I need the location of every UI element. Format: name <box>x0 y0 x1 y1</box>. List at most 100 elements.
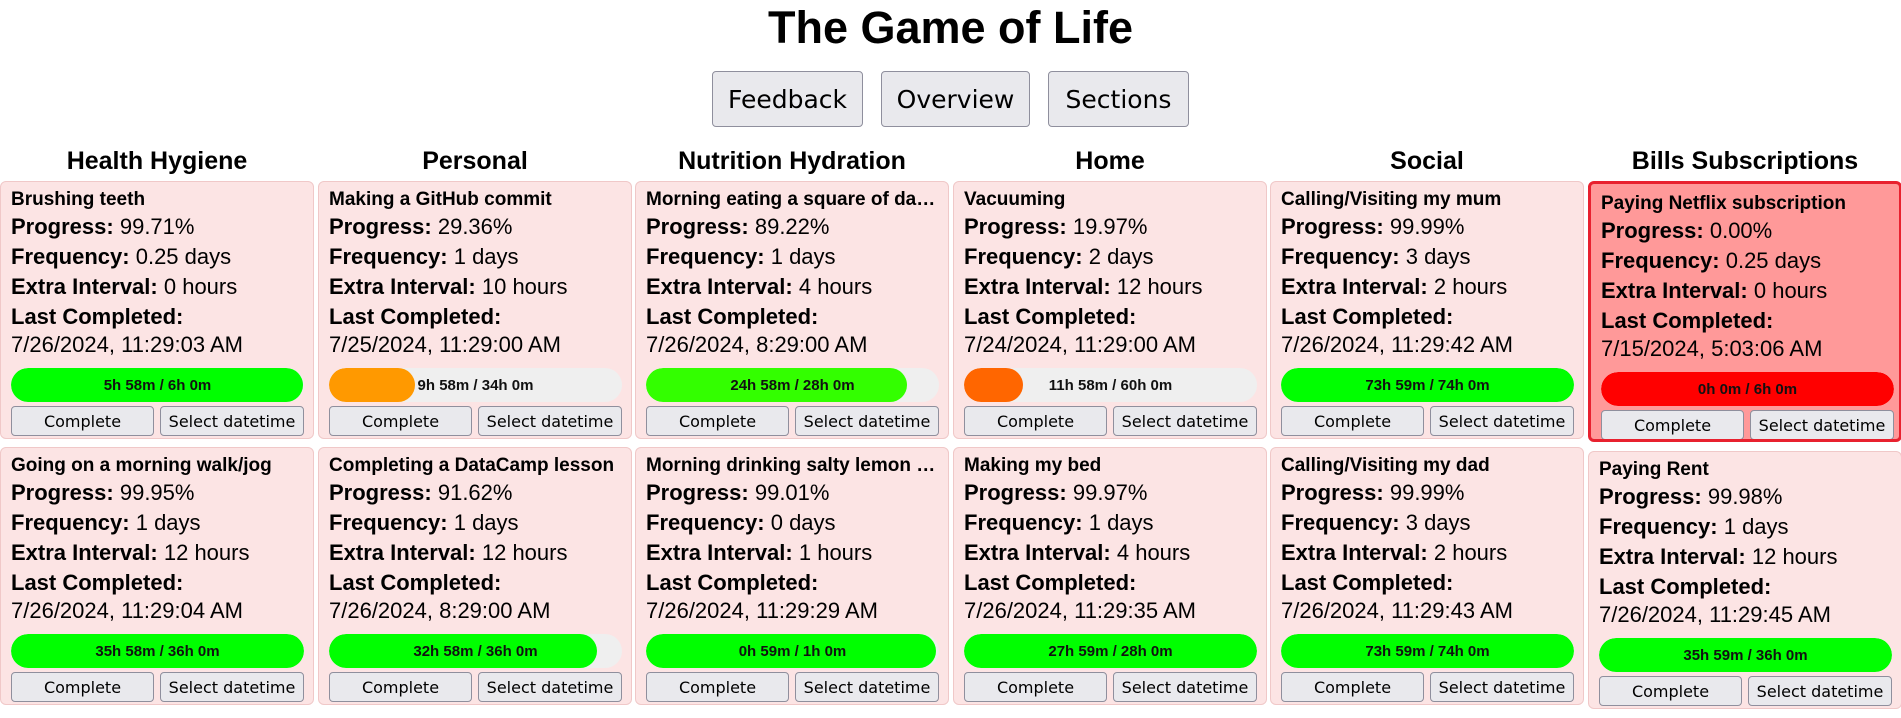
complete-button[interactable]: Complete <box>646 406 789 436</box>
section-column: Bills Subscriptions Paying Netflix subscr… <box>1588 146 1901 709</box>
frequency-row: Frequency: 1 days <box>646 242 948 272</box>
progress-value: 99.99% <box>1389 480 1465 505</box>
frequency-value: 1 days <box>135 510 201 535</box>
card-actions: Complete Select datetime <box>646 672 939 702</box>
select-datetime-button[interactable]: Select datetime <box>160 406 304 436</box>
progress-label: Progress: <box>646 480 749 505</box>
complete-button[interactable]: Complete <box>1281 406 1424 436</box>
frequency-value: 0.25 days <box>1725 248 1822 273</box>
extra-interval-value: 12 hours <box>163 540 250 565</box>
task-name: Morning eating a square of dark chocolat… <box>646 189 936 210</box>
last-completed-value: 7/26/2024, 11:29:42 AM <box>1281 332 1513 357</box>
complete-button[interactable]: Complete <box>329 672 472 702</box>
task-card: Making my bed Progress: 99.97% Frequency: … <box>953 447 1267 705</box>
extra-interval-value: 10 hours <box>481 274 568 299</box>
last-completed-label: Last Completed: <box>646 570 819 595</box>
frequency-row: Frequency: 0 days <box>646 508 948 538</box>
select-datetime-button[interactable]: Select datetime <box>478 406 622 436</box>
progress-row: Progress: 91.62% <box>329 478 631 508</box>
select-datetime-button[interactable]: Select datetime <box>795 406 939 436</box>
complete-button[interactable]: Complete <box>964 672 1107 702</box>
frequency-row: Frequency: 1 days <box>1599 512 1901 542</box>
select-datetime-button[interactable]: Select datetime <box>160 672 304 702</box>
last-completed-label: Last Completed: <box>1601 308 1774 333</box>
progress-value: 19.97% <box>1072 214 1148 239</box>
card-actions: Complete Select datetime <box>11 406 304 436</box>
frequency-label: Frequency: <box>1601 248 1720 273</box>
task-name: Making a GitHub commit <box>329 189 552 210</box>
complete-button[interactable]: Complete <box>11 672 154 702</box>
frequency-row: Frequency: 1 days <box>11 508 313 538</box>
section-column: Nutrition Hydration Morning eating a squa… <box>635 146 949 705</box>
sections-button[interactable]: Sections <box>1048 71 1189 127</box>
task-name: Morning drinking salty lemon water <box>646 455 936 476</box>
complete-button[interactable]: Complete <box>11 406 154 436</box>
extra-interval-label: Extra Interval: <box>1599 544 1746 569</box>
extra-interval-label: Extra Interval: <box>1281 540 1428 565</box>
complete-button[interactable]: Complete <box>1601 410 1744 439</box>
progress-value: 99.71% <box>119 214 195 239</box>
complete-button[interactable]: Complete <box>329 406 472 436</box>
extra-interval-row: Extra Interval: 12 hours <box>329 538 631 568</box>
extra-interval-value: 12 hours <box>1116 274 1203 299</box>
extra-interval-value: 12 hours <box>1751 544 1838 569</box>
task-name: Paying Rent <box>1599 459 1709 480</box>
frequency-row: Frequency: 0.25 days <box>11 242 313 272</box>
frequency-value: 3 days <box>1405 510 1471 535</box>
last-completed-label: Last Completed: <box>646 304 819 329</box>
frequency-label: Frequency: <box>329 244 448 269</box>
progress-row: Progress: 0.00% <box>1601 216 1899 246</box>
select-datetime-button[interactable]: Select datetime <box>1430 406 1574 436</box>
extra-interval-value: 12 hours <box>481 540 568 565</box>
last-completed-label: Last Completed: <box>11 570 184 595</box>
complete-button[interactable]: Complete <box>646 672 789 702</box>
frequency-row: Frequency: 1 days <box>964 508 1266 538</box>
progress-label: Progress: <box>1281 480 1384 505</box>
progress-value: 99.97% <box>1072 480 1148 505</box>
overview-button[interactable]: Overview <box>881 71 1030 127</box>
frequency-value: 1 days <box>770 244 836 269</box>
select-datetime-button[interactable]: Select datetime <box>1113 406 1257 436</box>
complete-button[interactable]: Complete <box>964 406 1107 436</box>
last-completed-label: Last Completed: <box>329 304 502 329</box>
select-datetime-button[interactable]: Select datetime <box>478 672 622 702</box>
frequency-label: Frequency: <box>1281 244 1400 269</box>
frequency-value: 2 days <box>1088 244 1154 269</box>
progress-label: Progress: <box>1599 484 1702 509</box>
frequency-label: Frequency: <box>964 244 1083 269</box>
extra-interval-value: 2 hours <box>1433 274 1508 299</box>
extra-interval-value: 4 hours <box>1116 540 1191 565</box>
extra-interval-row: Extra Interval: 4 hours <box>964 538 1266 568</box>
last-completed-value: 7/26/2024, 11:29:29 AM <box>646 598 878 623</box>
task-name: Calling/Visiting my dad <box>1281 455 1490 476</box>
select-datetime-button[interactable]: Select datetime <box>1430 672 1574 702</box>
last-completed-label: Last Completed: <box>1281 304 1454 329</box>
progress-bar: 24h 58m / 28h 0m <box>646 368 939 402</box>
frequency-label: Frequency: <box>1281 510 1400 535</box>
extra-interval-label: Extra Interval: <box>11 540 158 565</box>
select-datetime-button[interactable]: Select datetime <box>1748 676 1892 706</box>
task-name: Making my bed <box>964 455 1102 476</box>
select-datetime-button[interactable]: Select datetime <box>795 672 939 702</box>
frequency-value: 0.25 days <box>135 244 232 269</box>
frequency-row: Frequency: 0.25 days <box>1601 246 1899 276</box>
feedback-button[interactable]: Feedback <box>712 71 863 127</box>
extra-interval-label: Extra Interval: <box>329 274 476 299</box>
complete-button[interactable]: Complete <box>1281 672 1424 702</box>
complete-button[interactable]: Complete <box>1599 676 1742 706</box>
section-column: Home Vacuuming Progress: 19.97% Frequency: … <box>953 146 1267 705</box>
last-completed-label: Last Completed: <box>964 304 1137 329</box>
section-column: Health Hygiene Brushing teeth Progress: 99… <box>0 146 314 705</box>
progress-value: 99.99% <box>1389 214 1465 239</box>
frequency-label: Frequency: <box>646 510 765 535</box>
select-datetime-button[interactable]: Select datetime <box>1750 410 1894 439</box>
progress-label: Progress: <box>11 480 114 505</box>
page-title: The Game of Life <box>767 2 1134 53</box>
extra-interval-value: 0 hours <box>1753 278 1828 303</box>
extra-interval-row: Extra Interval: 10 hours <box>329 272 631 302</box>
progress-bar-text: 24h 58m / 28h 0m <box>730 376 855 394</box>
frequency-row: Frequency: 3 days <box>1281 242 1583 272</box>
frequency-label: Frequency: <box>1599 514 1718 539</box>
progress-bar: 35h 59m / 36h 0m <box>1599 638 1892 672</box>
select-datetime-button[interactable]: Select datetime <box>1113 672 1257 702</box>
